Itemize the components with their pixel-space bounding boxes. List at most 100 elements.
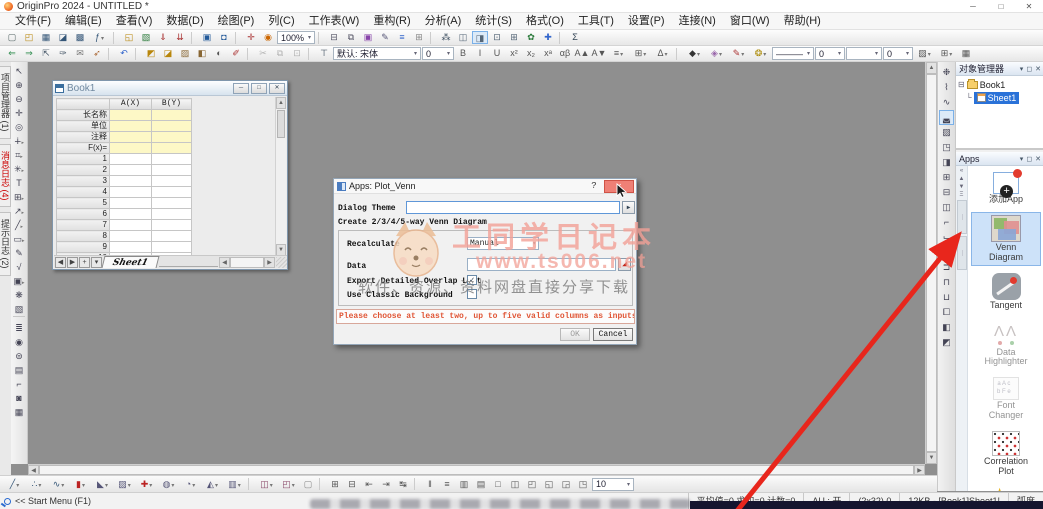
cell-b[interactable] [151,153,192,165]
draw-data[interactable]: ✐ [228,47,244,60]
save-template[interactable]: ◘ [216,31,232,44]
data-reader-tool[interactable]: ◎ [12,120,27,134]
plot-image[interactable]: ▨ [114,478,135,491]
toolbar-icon[interactable] [135,47,140,60]
underline-button[interactable]: U [489,47,505,60]
format-button[interactable] [676,47,681,60]
highlight-color-dropdown[interactable]: ◈ [706,47,727,60]
menu-file[interactable]: 文件(F) [8,13,58,30]
change-mask-color[interactable]: ▨ [177,47,193,60]
insert-graph-tool[interactable]: ◙ [12,391,27,405]
fill-pattern-combo[interactable] [846,47,882,60]
row-header[interactable]: 7 [56,219,110,231]
send-graph[interactable]: ✉ [72,47,88,60]
fit-curve-tool[interactable]: ∿ [939,95,954,110]
insert-image-tool[interactable]: ▣ [12,274,27,288]
increase-font-button[interactable]: A▲ [574,47,590,60]
width-increase[interactable]: ⇥ [378,478,394,491]
snap-grid[interactable]: ⧠ [939,305,954,320]
sheet-list-button[interactable]: ▾ [91,256,102,268]
workspace-horizontal-scrollbar[interactable]: ◀ ▶ [28,464,925,475]
row-header[interactable]: 4 [56,186,110,198]
bold-button[interactable]: B [455,47,471,60]
new-folder[interactable]: ◰ [21,31,37,44]
graph-props[interactable]: ◩ [939,335,954,350]
tab-message-log[interactable]: 消息日志 (4) [0,143,11,207]
workspace-vertical-scrollbar[interactable]: ▲ ▼ [925,62,937,464]
back-arrow[interactable]: ⇐ [4,47,20,60]
cell-a[interactable] [109,219,152,231]
cell-a[interactable] [109,186,152,198]
window-close-button[interactable]: ✕ [1015,0,1043,13]
plot-type-icon[interactable] [319,478,324,490]
book1-titlebar[interactable]: Book1 ─ □ ✕ [53,81,287,96]
book-minimize-button[interactable]: ─ [233,82,249,94]
dialog-help-button[interactable]: ? [588,181,600,191]
greek-button[interactable]: αβ [557,47,573,60]
fill-color-dropdown[interactable]: ◆ [684,47,705,60]
apps-categories-icon[interactable]: Ξ [960,192,964,198]
cell-b[interactable] [151,131,192,143]
object-back[interactable]: ⊐ [939,260,954,275]
cell-a[interactable] [109,208,152,220]
undo[interactable]: ↶ [116,47,132,60]
cell-b[interactable] [151,241,192,253]
supersubscript-button[interactable]: xᵃ [540,47,556,60]
apps-pin-icon[interactable]: ◻ [1026,155,1032,163]
cancel-button[interactable]: Cancel [593,328,633,341]
recalculate-combo[interactable]: Manual [467,237,539,250]
plot-area[interactable]: ◣ [92,478,113,491]
cut[interactable]: ✂ [255,47,271,60]
scroll-left-button[interactable]: ◀ [28,465,39,475]
font-size-combo[interactable]: 0 [422,47,454,60]
table-row[interactable]: 4 [56,186,192,198]
table-row[interactable]: F(x)= [56,142,192,154]
align-left[interactable]: ‖ [422,478,438,491]
menu-tools[interactable]: 工具(T) [571,13,621,30]
row-header[interactable]: 1 [56,153,110,165]
toolbar-icon[interactable] [318,31,323,44]
row-header[interactable]: F(x)= [56,142,110,154]
table-row[interactable]: 9 [56,241,192,253]
new-function-plot[interactable]: ƒ [89,31,110,44]
font-family-combo[interactable]: 默认: 宋体 [333,47,421,60]
style-anchor[interactable]: ⊤ [316,47,332,60]
apps-scroll-down-icon[interactable]: ▼ [959,184,965,190]
width-decrease[interactable]: ⇤ [361,478,377,491]
layer-props[interactable]: ◧ [939,320,954,335]
plot-empty[interactable]: ▢ [300,478,316,491]
toolbar-icon[interactable] [108,47,113,60]
book-restore-button[interactable]: □ [251,82,267,94]
tile-windows[interactable]: ⊞ [506,31,522,44]
toolbar-icon[interactable] [235,31,240,44]
plot-special[interactable]: ✚ [136,478,157,491]
cell-b[interactable] [151,230,192,242]
table-row[interactable]: 7 [56,219,192,231]
uniform-spacing[interactable]: □ [490,478,506,491]
plot-cluster[interactable]: ◰ [278,478,299,491]
edit-mode[interactable]: ✎ [377,31,393,44]
search-icon[interactable] [4,497,11,505]
apps-category-tab[interactable]: ⋯ [956,200,967,234]
row-header[interactable]: 6 [56,208,110,220]
subscript-button[interactable]: x₂ [523,47,539,60]
plot-type-icon[interactable] [248,478,253,490]
cell-b[interactable] [151,186,192,198]
tab-project-explorer[interactable]: 项目管理器 (1) [0,66,11,139]
cell-b[interactable] [151,109,192,121]
project-explorer-toggle[interactable]: ⁂ [438,31,454,44]
corner-bl[interactable]: ◱ [541,478,557,491]
book-scroll-up-button[interactable]: ▲ [276,97,286,109]
book-hscroll-thumb[interactable] [230,256,264,268]
screen-reader-tool[interactable]: ✛ [12,106,27,120]
pointer-tool[interactable]: ↖ [12,64,27,78]
copy[interactable]: ⧉ [272,47,288,60]
cell-b[interactable] [151,219,192,231]
insert-table-tool[interactable]: ▦ [12,405,27,419]
menu-statistics[interactable]: 统计(S) [468,13,519,30]
new-graph[interactable]: ◪ [55,31,71,44]
app-center[interactable]: ✿ [523,31,539,44]
line-style-combo[interactable]: ——— [772,47,814,60]
book-close-button[interactable]: ✕ [269,82,285,94]
rectangle-tool[interactable]: ▭ [12,232,27,246]
